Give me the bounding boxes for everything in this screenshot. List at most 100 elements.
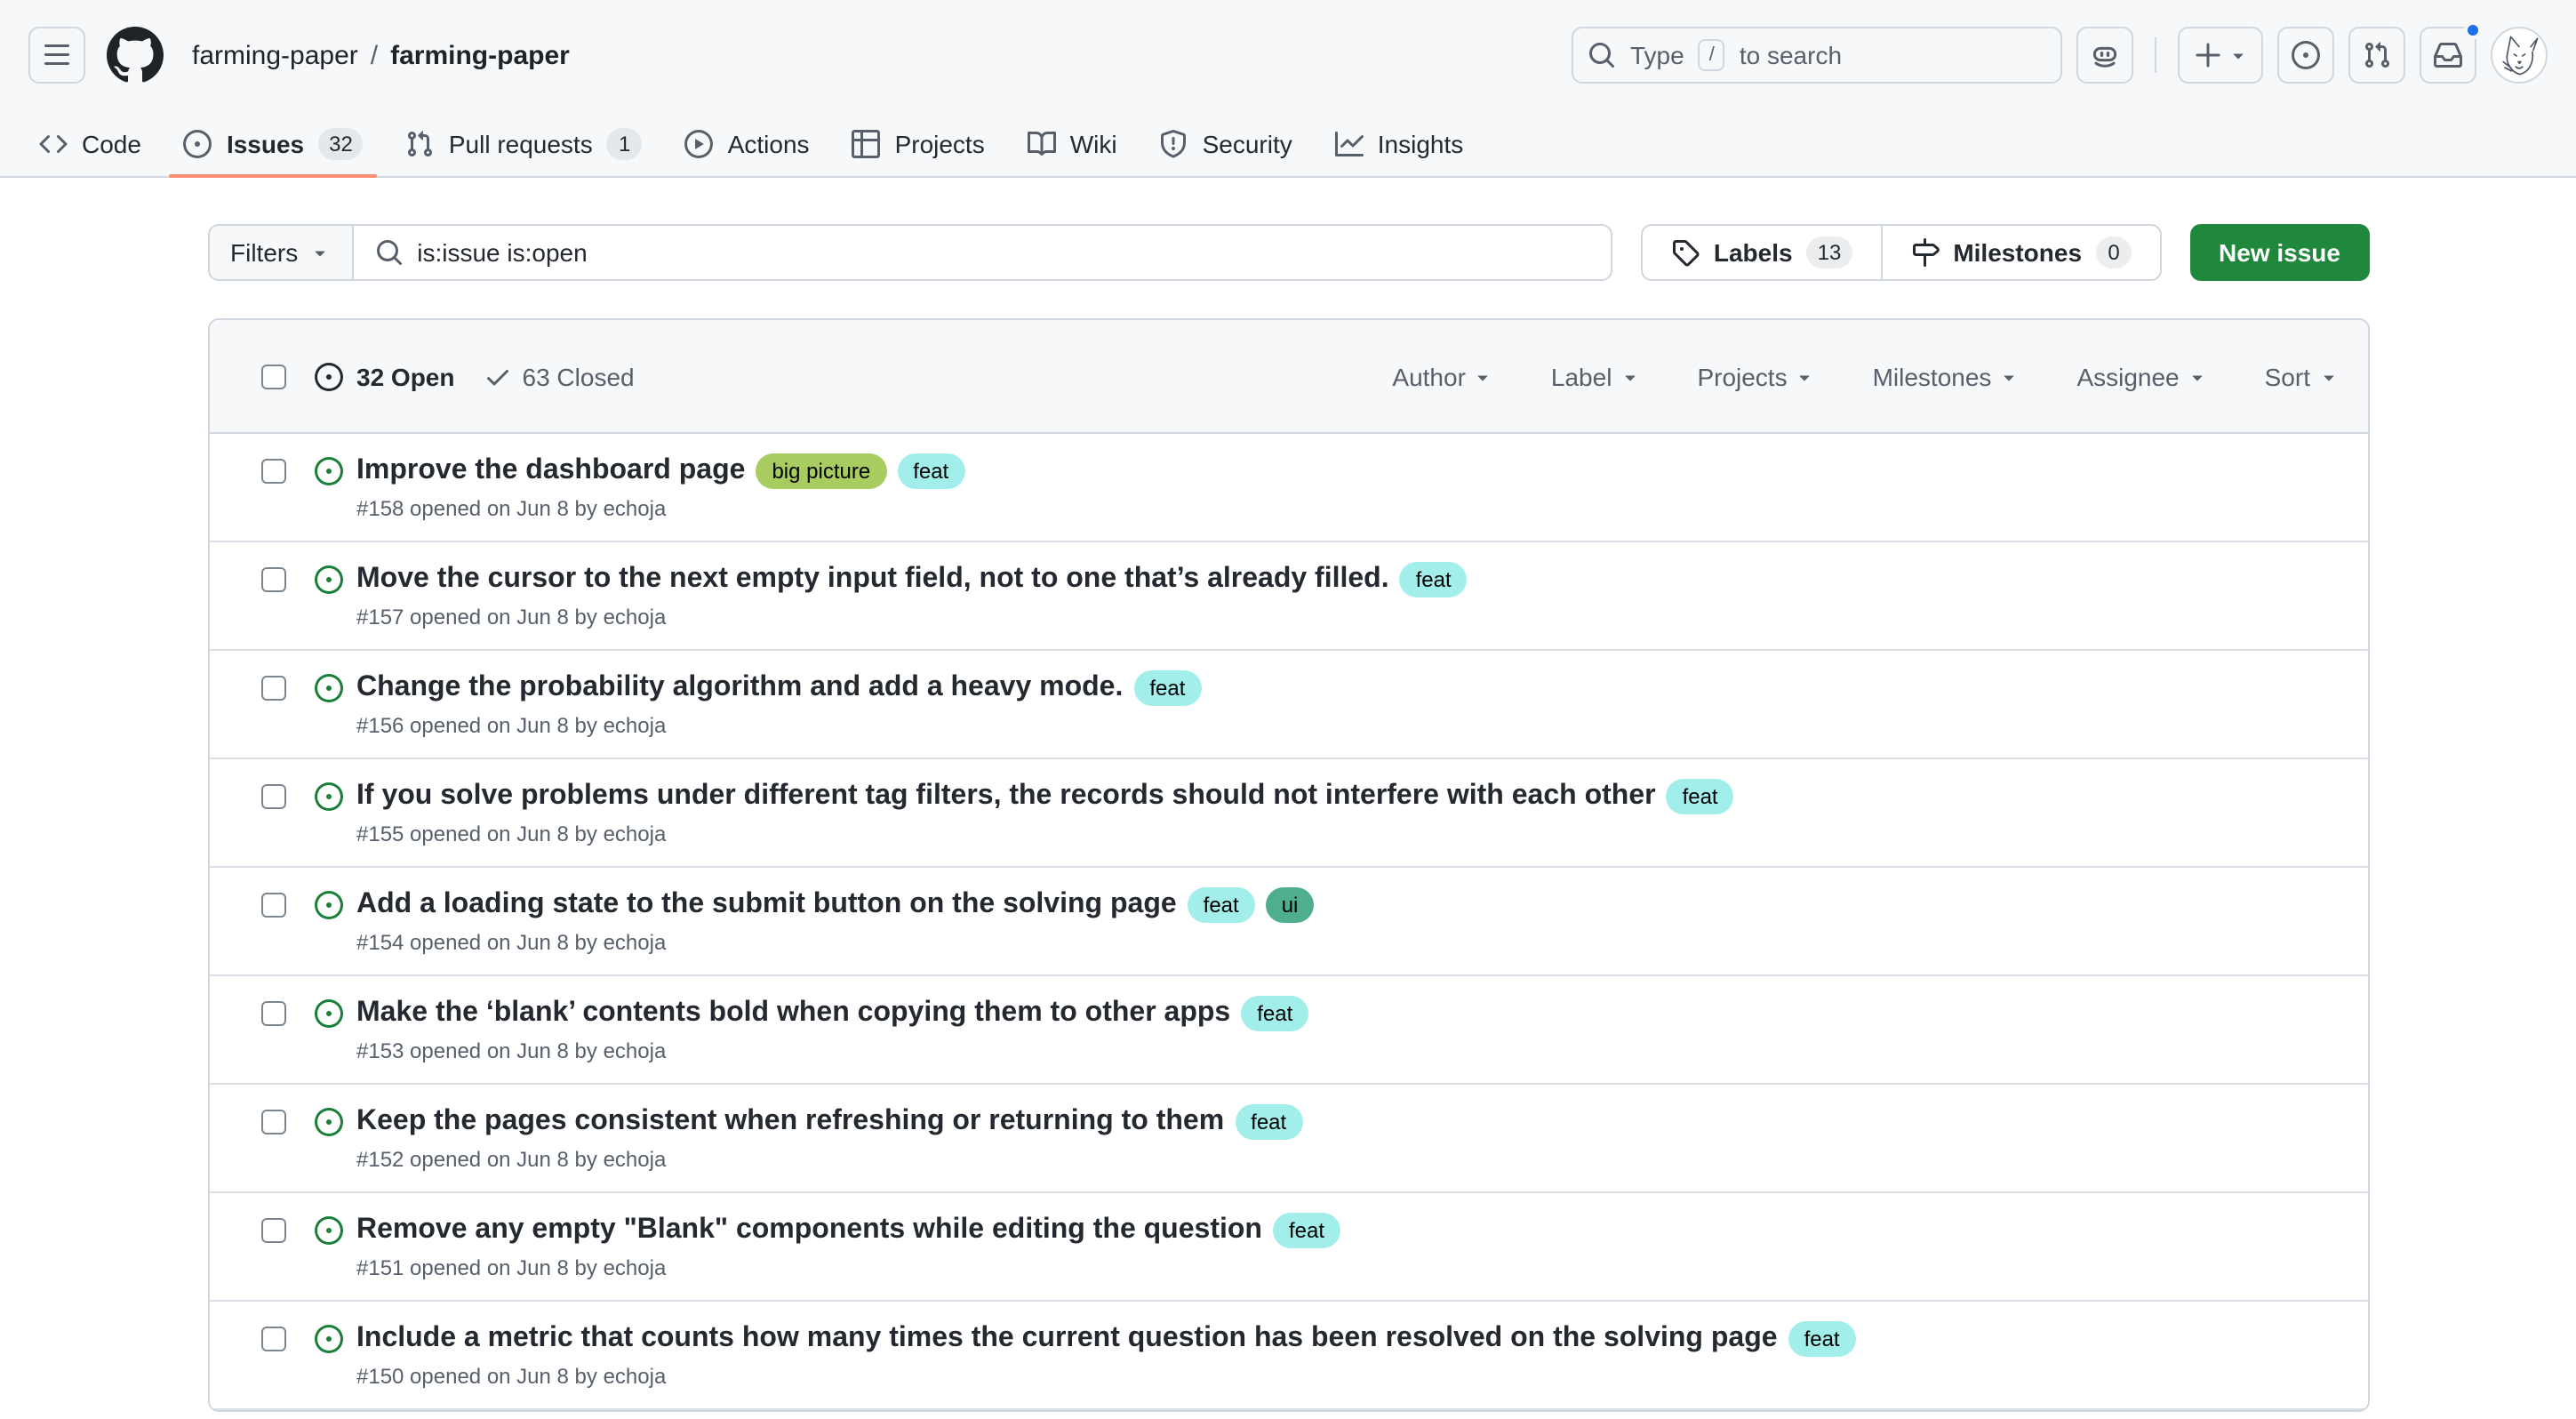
check-icon [484,362,512,390]
labels-milestones-group: Labels 13 Milestones 0 [1641,224,2162,281]
breadcrumb-repo[interactable]: farming-paper [390,40,570,70]
global-search-button[interactable]: Type / to search [1572,27,2062,84]
issue-opened-icon [314,674,342,702]
breadcrumb: farming-paper / farming-paper [192,40,570,70]
issue-title[interactable]: If you solve problems under different ta… [356,777,1656,816]
issue-select-checkbox[interactable] [260,784,285,809]
tab-code[interactable]: Code [25,110,156,176]
issue-title[interactable]: Add a loading state to the submit button… [356,886,1177,925]
issue-title[interactable]: Keep the pages consistent when refreshin… [356,1102,1224,1142]
global-issues-button[interactable] [2277,27,2334,84]
issue-select-checkbox[interactable] [260,1001,285,1026]
github-logo[interactable] [107,27,164,84]
issue-select-checkbox[interactable] [260,676,285,701]
label-feat[interactable]: feat [1788,1321,1856,1357]
label-feat[interactable]: feat [1667,779,1734,814]
issue-title[interactable]: Improve the dashboard page [356,452,745,491]
issue-main: Keep the pages consistent when refreshin… [356,1102,1302,1172]
tab-actions[interactable]: Actions [671,110,824,176]
issues-toolbar: Filters Labels 13 Milestones 0 [207,224,2369,281]
issue-title[interactable]: Make the ‘blank’ contents bold when copy… [356,994,1230,1033]
label-feat[interactable]: feat [1273,1213,1340,1248]
graph-icon [1335,129,1364,157]
issue-title[interactable]: Remove any empty "Blank" components whil… [356,1211,1262,1250]
milestones-button[interactable]: Milestones 0 [1880,224,2162,281]
new-issue-button[interactable]: New issue [2190,224,2369,281]
issue-meta: #154 opened on Jun 8 by echoja [356,930,1314,955]
issue-title-line: Improve the dashboard page big picture fe… [356,452,964,491]
unread-notification-dot [2464,21,2482,39]
filters-dropdown-button[interactable]: Filters [207,224,351,281]
inbox-icon [2434,41,2462,69]
header-actions: Type / to search [1572,27,2548,84]
issue-title[interactable]: Move the cursor to the next empty input … [356,560,1389,599]
labels-button[interactable]: Labels 13 [1641,224,1880,281]
select-all-checkbox[interactable] [260,364,285,389]
label-feat[interactable]: feat [1235,1104,1302,1140]
issue-select-checkbox[interactable] [260,1327,285,1351]
copilot-button[interactable] [2076,27,2133,84]
tab-pull-requests[interactable]: Pull requests 1 [392,110,657,176]
issue-opened-icon [184,129,212,157]
issues-content: Filters Labels 13 Milestones 0 [207,178,2369,1412]
create-new-button[interactable] [2178,27,2263,84]
breadcrumb-owner[interactable]: farming-paper [192,40,358,70]
tab-security[interactable]: Security [1146,110,1307,176]
hamburger-menu-button[interactable] [28,27,85,84]
issue-row: Keep the pages consistent when refreshin… [209,1085,2367,1193]
issue-title-line: Keep the pages consistent when refreshin… [356,1102,1302,1142]
closed-count-label: 63 Closed [523,362,635,390]
milestones-label: Milestones [1953,238,2082,267]
tab-insights[interactable]: Insights [1321,110,1478,176]
milestones-count-badge: 0 [2096,236,2132,269]
tab-wiki[interactable]: Wiki [1013,110,1132,176]
tab-projects[interactable]: Projects [838,110,999,176]
issues-search-input[interactable] [417,238,1589,267]
issue-main: Add a loading state to the submit button… [356,886,1314,955]
label-filter-dropdown[interactable]: Label [1523,362,1669,390]
issue-opened-icon [314,999,342,1028]
issue-meta: #156 opened on Jun 8 by echoja [356,713,1201,738]
tab-issues[interactable]: Issues 32 [170,110,378,176]
plus-icon [2193,41,2221,69]
issues-search-group: Filters [207,224,1612,281]
label-feat[interactable]: feat [1400,562,1468,597]
issue-row: Change the probability algorithm and add… [209,651,2367,759]
issue-title[interactable]: Include a metric that counts how many ti… [356,1319,1778,1359]
issues-count-badge: 32 [318,127,364,159]
issue-select-checkbox[interactable] [260,1218,285,1243]
author-filter-dropdown[interactable]: Author [1364,362,1523,390]
label-feat[interactable]: feat [1188,887,1255,923]
milestones-filter-dropdown[interactable]: Milestones [1844,362,2049,390]
label-feat[interactable]: feat [1133,670,1201,706]
app-header: farming-paper / farming-paper Type / to … [0,0,2576,110]
label-feat[interactable]: feat [1241,996,1308,1031]
issue-select-checkbox[interactable] [260,459,285,484]
issue-meta: #153 opened on Jun 8 by echoja [356,1038,1308,1063]
issue-select-checkbox[interactable] [260,567,285,592]
issue-title-line: Include a metric that counts how many ti… [356,1319,1856,1359]
github-mark-icon [107,27,164,84]
issue-meta: #150 opened on Jun 8 by echoja [356,1364,1856,1389]
sort-dropdown[interactable]: Sort [2236,362,2339,390]
issue-select-checkbox[interactable] [260,893,285,918]
issue-labels: big picture feat [745,453,964,489]
global-pull-requests-button[interactable] [2348,27,2405,84]
issue-meta: #151 opened on Jun 8 by echoja [356,1255,1340,1280]
label-feat[interactable]: feat [897,453,964,489]
issue-labels: featui [1177,887,1315,923]
issue-main: Include a metric that counts how many ti… [356,1319,1856,1389]
issue-labels: feat [1230,996,1308,1031]
issue-title-line: Make the ‘blank’ contents bold when copy… [356,994,1308,1033]
avatar[interactable] [2491,27,2548,84]
label-ui[interactable]: ui [1266,887,1315,923]
issue-select-checkbox[interactable] [260,1110,285,1134]
label-big-picture[interactable]: big picture [756,453,886,489]
issue-title[interactable]: Change the probability algorithm and add… [356,669,1123,708]
open-issues-toggle[interactable]: 32 Open [314,362,455,390]
issue-opened-icon [314,1216,342,1245]
projects-filter-dropdown[interactable]: Projects [1668,362,1844,390]
issue-main: Move the cursor to the next empty input … [356,560,1468,629]
closed-issues-toggle[interactable]: 63 Closed [484,362,635,390]
assignee-filter-dropdown[interactable]: Assignee [2048,362,2236,390]
